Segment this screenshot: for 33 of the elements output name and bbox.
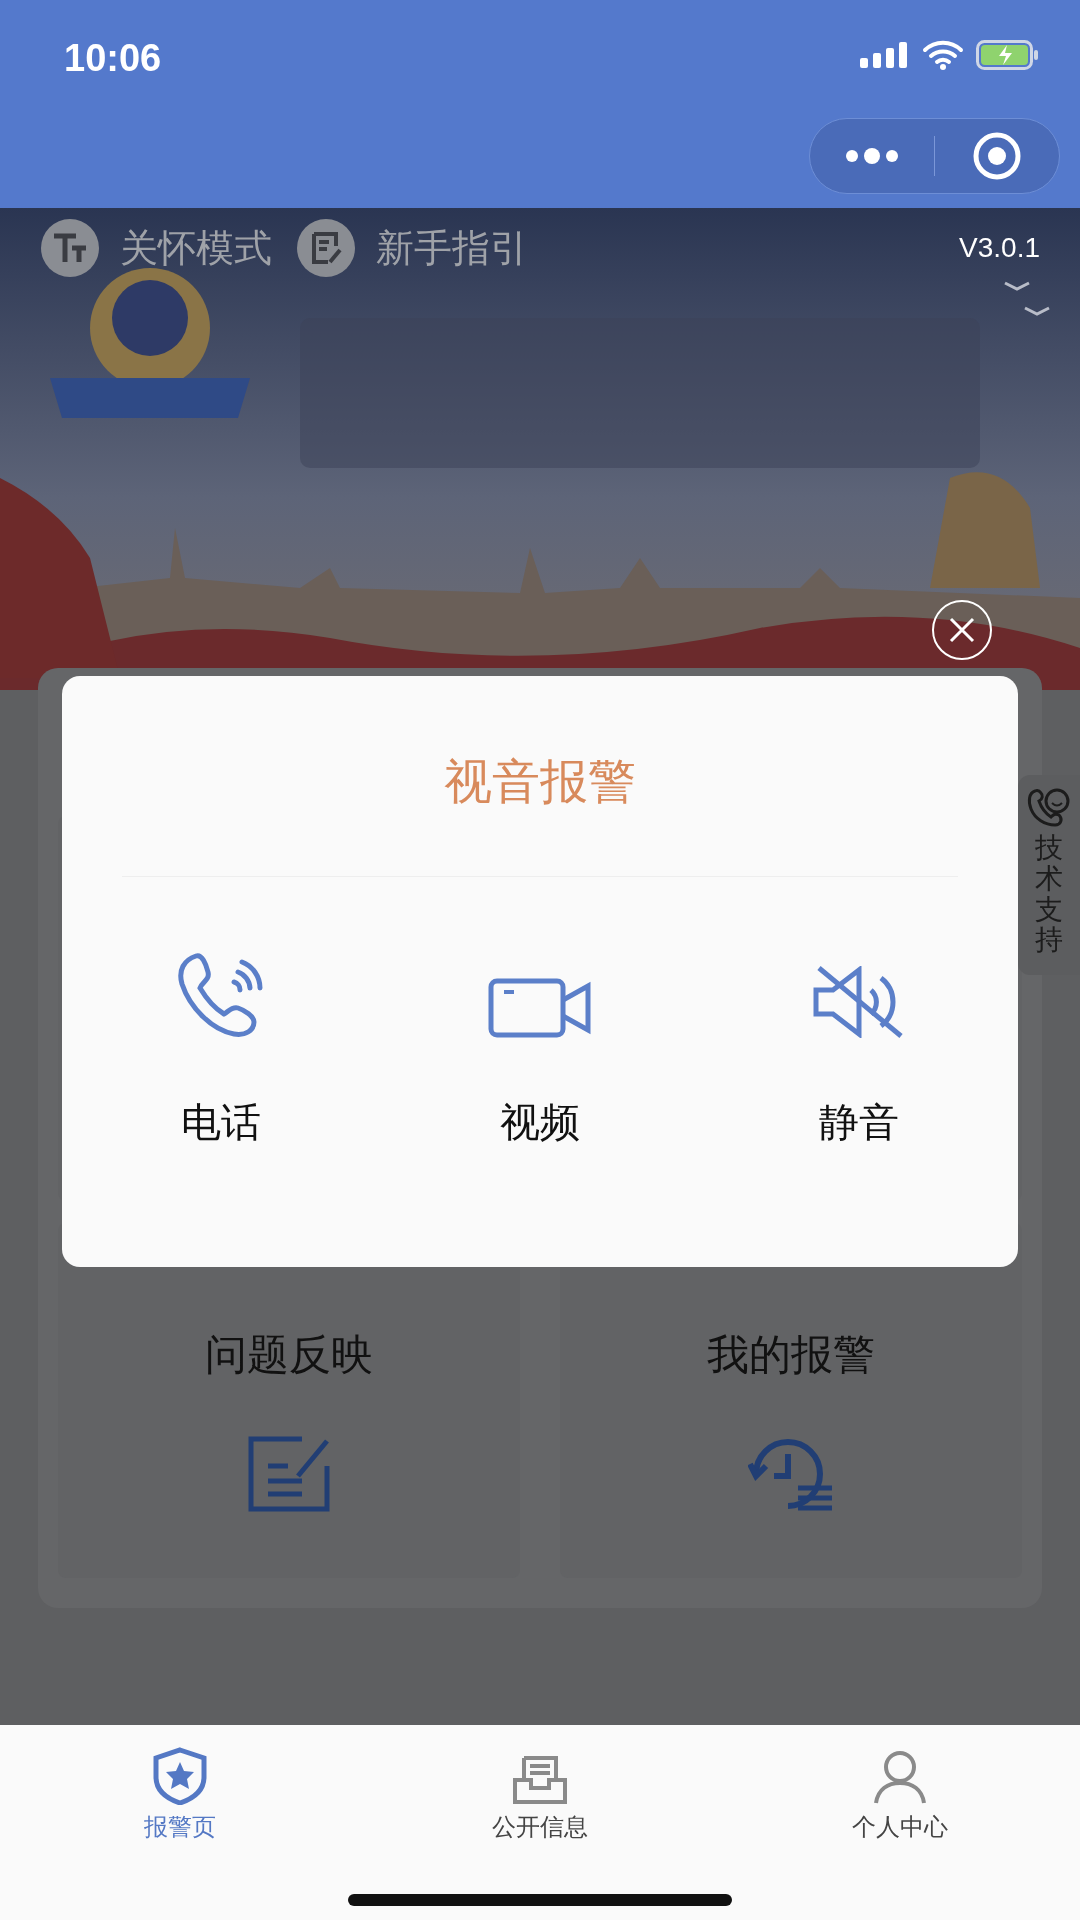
link-label: 关怀模式	[120, 225, 272, 271]
inbox-tray-icon	[512, 1755, 568, 1805]
mute-speaker-icon	[812, 966, 905, 1038]
nav-tab[interactable]: 报警页	[0, 1725, 360, 1920]
wifi-icon	[922, 40, 964, 70]
card-title: 问题反映	[205, 1330, 373, 1380]
version-label: V3.0.1	[959, 231, 1040, 265]
banner-link[interactable]: 新手指引	[296, 218, 528, 278]
card-title: 我的报警	[707, 1330, 875, 1380]
target-icon	[972, 131, 1022, 181]
shield-star-icon	[152, 1747, 208, 1805]
person-icon	[872, 1749, 928, 1805]
text-size-icon	[40, 218, 100, 278]
status-time: 10:06	[64, 36, 162, 81]
more-dots-icon	[844, 148, 900, 164]
support-face-icon	[1027, 787, 1071, 827]
nav-tab[interactable]: 个人中心	[720, 1725, 1080, 1920]
support-label: 技术支持	[1035, 833, 1063, 957]
nav-tab[interactable]: 公开信息	[360, 1725, 720, 1920]
video-camera-icon	[488, 978, 592, 1038]
close-icon	[947, 615, 977, 645]
banner-link[interactable]: 关怀模式	[40, 218, 272, 278]
notebook-icon	[296, 218, 356, 278]
battery-icon	[976, 40, 1040, 70]
close-button[interactable]	[932, 600, 992, 660]
dialog-title: 视音报警	[443, 754, 637, 810]
call-option[interactable]: 静音	[699, 947, 1018, 1153]
call-option[interactable]: 视频	[380, 947, 700, 1153]
call-option[interactable]: 电话	[62, 947, 381, 1153]
signal-icon	[860, 42, 910, 68]
link-label: 新手指引	[376, 225, 528, 271]
edit-document-icon	[248, 1436, 330, 1512]
history-clock-icon	[748, 1436, 834, 1512]
